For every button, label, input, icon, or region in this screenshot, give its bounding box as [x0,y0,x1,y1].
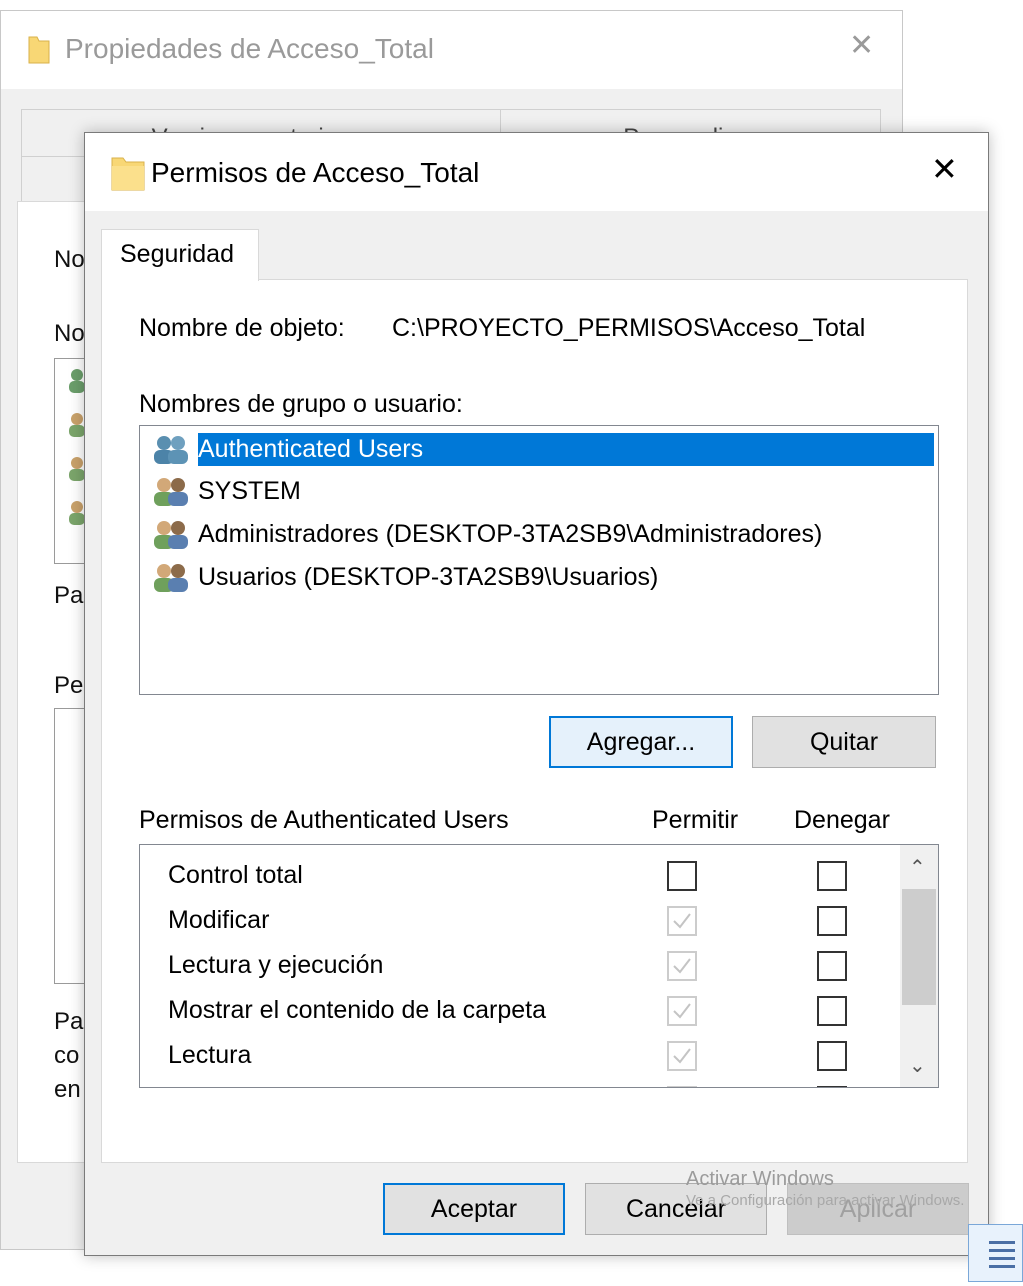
allow-column-header: Permitir [652,806,739,834]
tab-seguridad[interactable]: Seguridad [101,229,259,281]
folder-icon [111,157,145,191]
user-name: Authenticated Users [198,433,934,466]
allow-checkbox-partial [667,1086,697,1087]
allow-checkbox-checked [667,1041,697,1071]
permission-row-modificar: Modificar [140,900,900,944]
background-text-fragment: Pa [54,582,84,609]
permission-row-lectura: Lectura [140,1035,900,1079]
checkmark-icon [673,1003,691,1019]
user-list[interactable]: Authenticated Users SYSTEM Administrador… [139,425,939,695]
activation-watermark-title: Activar Windows [686,1168,834,1190]
scrollbar-thumb[interactable] [902,889,936,1005]
scroll-up-icon[interactable]: ⌃ [909,855,926,880]
list-item-system[interactable]: SYSTEM [152,472,934,512]
background-window-title: Propiedades de Acceso_Total [65,33,434,64]
background-text-fragment: No [54,246,85,273]
remove-button[interactable]: Quitar [752,716,936,768]
allow-checkbox-checked [667,951,697,981]
permissions-dialog: Permisos de Acceso_Total ✕ Seguridad Nom… [84,132,989,1256]
allow-checkbox[interactable] [667,861,697,891]
deny-checkbox[interactable] [817,861,847,891]
scroll-down-icon[interactable]: ⌄ [909,1053,926,1078]
users-icon [154,564,188,592]
group-user-label: Nombres de grupo o usuario: [139,390,463,418]
deny-checkbox[interactable] [817,996,847,1026]
list-item-authenticated-users[interactable]: Authenticated Users [152,430,934,470]
permission-name: Mostrar el contenido de la carpeta [168,996,546,1024]
security-panel: Nombre de objeto: C:\PROYECTO_PERMISOS\A… [101,279,968,1163]
taskbar-corner-icon[interactable] [968,1224,1023,1282]
permission-row-control-total: Control total [140,855,900,899]
background-text-fragment: Pa [54,1008,84,1035]
list-item-usuarios[interactable]: Usuarios (DESKTOP-3TA2SB9\Usuarios) [152,558,934,598]
background-close-icon[interactable]: ✕ [849,31,874,61]
checkmark-icon [673,1048,691,1064]
permission-list[interactable]: Control total Modificar Lectura y ejecuc… [139,844,939,1088]
permission-scrollbar[interactable]: ⌃ ⌄ [900,845,938,1087]
deny-checkbox[interactable] [817,906,847,936]
users-icon [154,521,188,549]
deny-column-header: Denegar [794,806,890,834]
users-icon [154,478,188,506]
activation-watermark-subtitle: Ve a Configuración para activar Windows. [686,1192,965,1209]
list-item-administradores[interactable]: Administradores (DESKTOP-3TA2SB9\Adminis… [152,515,934,555]
deny-checkbox-partial [817,1086,847,1087]
checkmark-icon [673,913,691,929]
permission-row-mostrar-contenido: Mostrar el contenido de la carpeta [140,990,900,1034]
background-titlebar: Propiedades de Acceso_Total ✕ [1,11,902,89]
ok-button[interactable]: Aceptar [383,1183,565,1235]
allow-checkbox-checked [667,996,697,1026]
list-view-icon [989,1241,1015,1268]
permission-row-lectura-ejecucion: Lectura y ejecución [140,945,900,989]
permission-name: Control total [168,861,303,889]
dialog-titlebar: Permisos de Acceso_Total ✕ [85,133,988,211]
background-text-fragment: Pe [54,672,84,699]
allow-checkbox-checked [667,906,697,936]
object-name-label: Nombre de objeto: [139,314,345,342]
permission-name: Lectura y ejecución [168,951,384,979]
permission-name: Lectura [168,1041,252,1069]
dialog-title: Permisos de Acceso_Total [151,157,480,188]
background-text-fragment: co [54,1042,80,1069]
deny-checkbox[interactable] [817,951,847,981]
user-name: Administradores (DESKTOP-3TA2SB9\Adminis… [198,520,823,548]
add-button[interactable]: Agregar... [549,716,733,768]
permission-name: Modificar [168,906,270,934]
background-text-fragment: No [54,320,85,347]
checkmark-icon [673,958,691,974]
object-name-value: C:\PROYECTO_PERMISOS\Acceso_Total [392,314,866,342]
deny-checkbox[interactable] [817,1041,847,1071]
background-text-fragment: en [54,1076,81,1103]
user-name: SYSTEM [198,477,301,505]
folder-icon [28,36,50,64]
permissions-label: Permisos de Authenticated Users [139,806,509,834]
permission-row-partial [140,1080,900,1087]
users-icon [154,436,188,464]
user-name: Usuarios (DESKTOP-3TA2SB9\Usuarios) [198,563,659,591]
close-icon[interactable]: ✕ [931,153,958,185]
